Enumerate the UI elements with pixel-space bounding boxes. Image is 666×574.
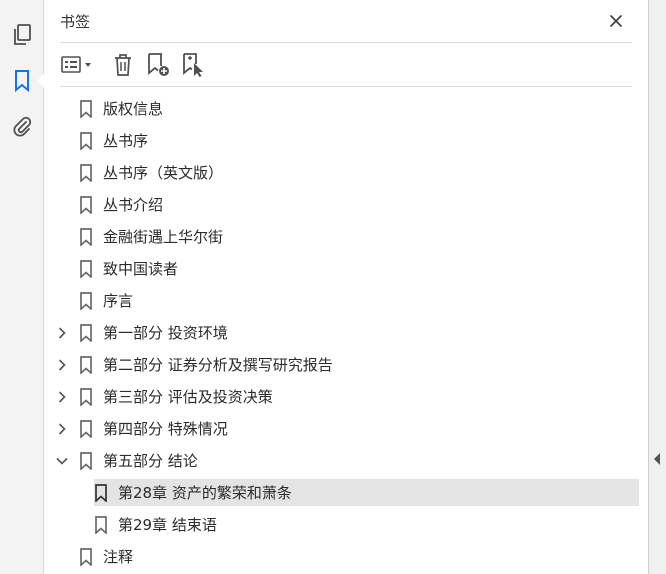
bookmark-label: 丛书序（英文版） [103,164,224,182]
bookmark-label: 丛书介绍 [103,196,164,214]
bookmark-item[interactable]: 丛书介绍 [79,191,163,218]
bookmark-item[interactable]: 注释 [79,543,133,570]
bookmark-item[interactable]: 第28章 资产的繁荣和萧条 [94,479,639,506]
bookmark-item[interactable]: 致中国读者 [79,255,178,282]
bookmark-icon [95,515,107,534]
bookmark-icon [95,483,107,502]
bookmark-item[interactable]: 版权信息 [79,95,163,122]
bookmark-icon [80,259,92,278]
active-indicator [37,74,44,88]
bookmark-icon [80,99,92,118]
bookmark-from-selection-icon [183,53,203,77]
bookmark-item[interactable]: 第一部分 投资环境 [58,319,228,346]
chevron-down-icon[interactable] [56,455,68,467]
left-navigation-rail [0,0,44,574]
bookmark-icon [80,227,92,246]
bookmark-label: 注释 [103,548,134,566]
chevron-right-icon[interactable] [56,359,68,371]
bookmark-label: 第二部分 证券分析及撰写研究报告 [103,356,333,374]
bookmark-label: 第四部分 特殊情况 [103,420,228,438]
bookmark-label: 第三部分 评估及投资决策 [103,388,273,406]
bookmark-icon[interactable] [8,67,36,95]
bookmark-item[interactable]: 金融街遇上华尔街 [79,223,223,250]
bookmark-icon [80,355,92,374]
chevron-right-icon[interactable] [56,423,68,435]
close-icon[interactable] [606,11,626,31]
bookmark-icon [80,451,92,470]
bookmark-icon [80,163,92,182]
panel-header: 书签 [60,0,632,43]
bookmark-label: 第28章 资产的繁荣和萧条 [118,484,292,502]
bookmark-item[interactable]: 丛书序（英文版） [79,159,223,186]
bookmark-item[interactable]: 序言 [79,287,133,314]
bookmarks-panel: 书签 版权信息 丛书序 丛书序（英文版） 丛书介绍 金融街遇上华尔街 致中国读者… [44,0,648,574]
options-menu-button[interactable] [60,52,96,78]
bookmark-item[interactable]: 第29章 结束语 [94,511,217,538]
new-bookmark-icon [148,53,169,76]
bookmarks-toolbar [60,43,632,87]
options-menu-icon [61,56,91,73]
new-bookmark-button[interactable] [146,52,172,78]
trash-icon [115,54,131,76]
collapse-panel-arrow-icon[interactable] [654,453,660,465]
pages-icon[interactable] [8,21,36,49]
bookmark-icon [80,419,92,438]
bookmark-label: 致中国读者 [103,260,179,278]
bookmark-item[interactable]: 第二部分 证券分析及撰写研究报告 [58,351,333,378]
bookmark-label: 第五部分 结论 [103,452,198,470]
bookmark-label: 序言 [103,292,134,310]
bookmark-label: 版权信息 [103,100,164,118]
bookmark-label: 金融街遇上华尔街 [103,228,224,246]
attachment-icon[interactable] [8,113,36,141]
bookmark-icon [80,195,92,214]
bookmark-item[interactable]: 第三部分 评估及投资决策 [58,383,273,410]
bookmark-item[interactable]: 丛书序 [79,127,148,154]
bookmark-label: 第一部分 投资环境 [103,324,228,342]
bookmark-icon [80,291,92,310]
bookmark-label: 第29章 结束语 [118,516,217,534]
bookmark-icon [80,323,92,342]
bookmark-from-selection-button[interactable] [181,52,207,78]
bookmark-icon [80,387,92,406]
chevron-right-icon[interactable] [56,327,68,339]
chevron-right-icon[interactable] [56,391,68,403]
bookmark-item[interactable]: 第五部分 结论 [56,447,198,474]
panel-title: 书签 [60,13,91,31]
bookmark-icon [80,547,92,566]
bookmark-icon [80,131,92,150]
delete-bookmark-button[interactable] [112,52,134,78]
bookmark-item[interactable]: 第四部分 特殊情况 [58,415,228,442]
panel-resize-gutter[interactable] [648,0,666,574]
bookmark-label: 丛书序 [103,132,149,150]
